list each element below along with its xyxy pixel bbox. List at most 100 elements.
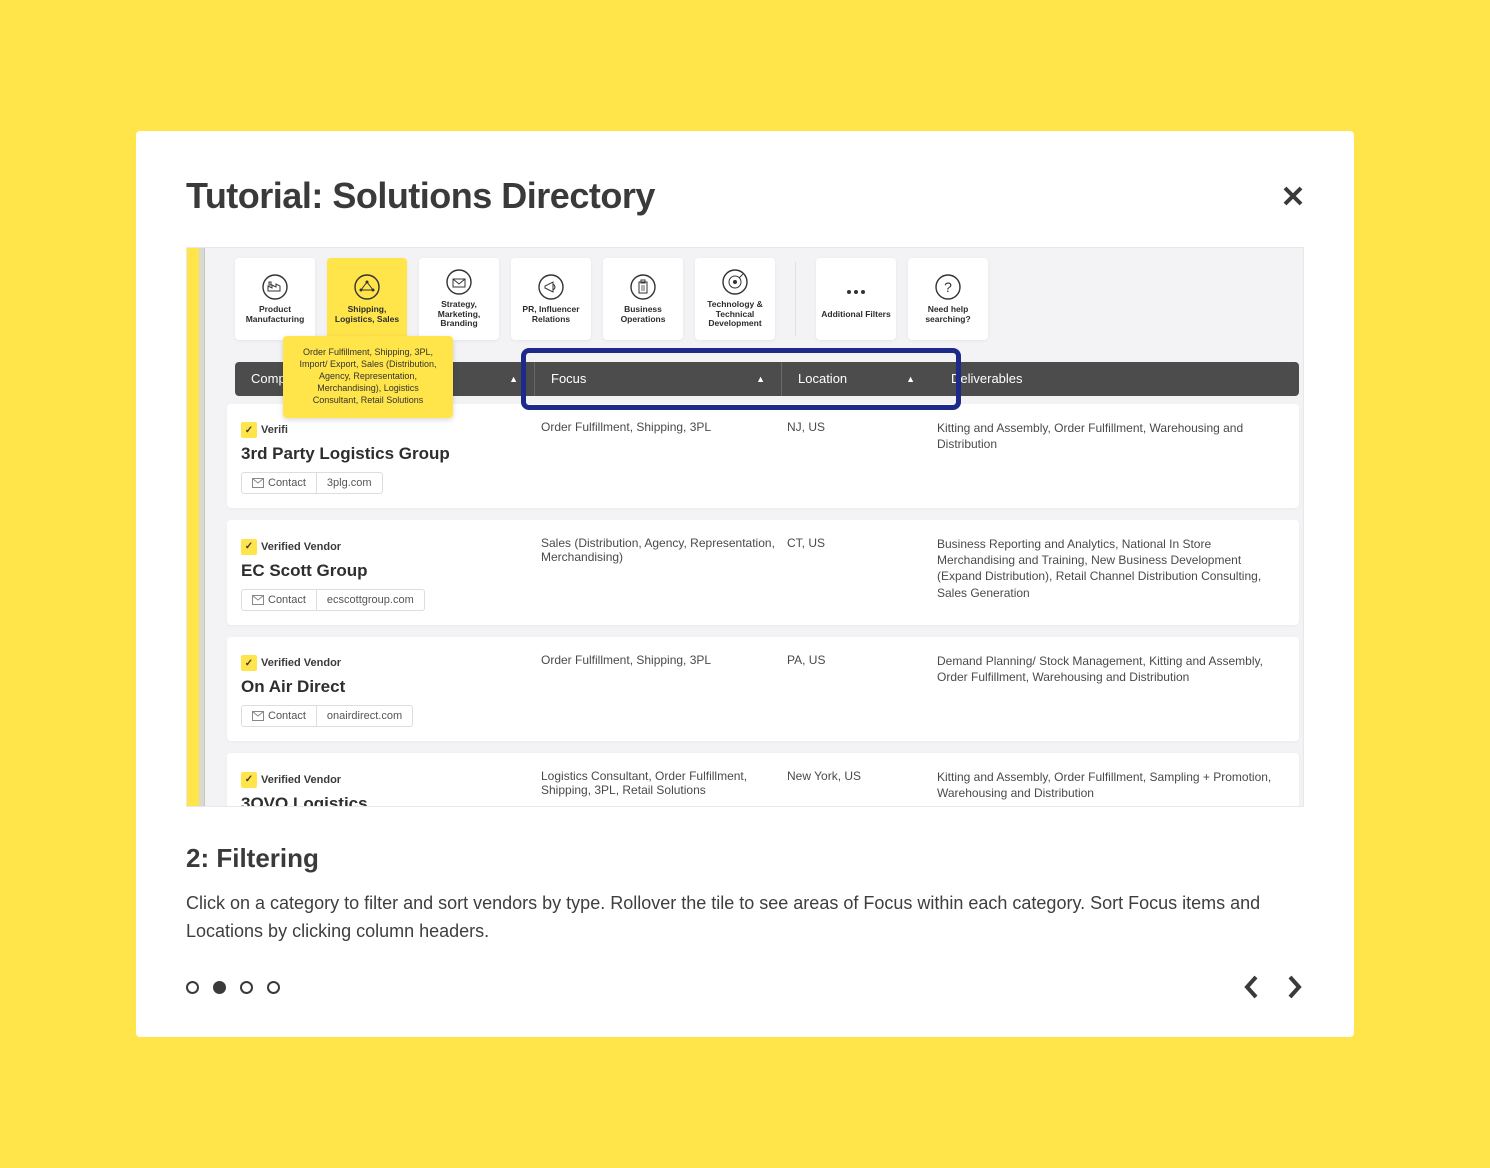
tile-additional-filters[interactable]: Additional Filters	[816, 258, 896, 340]
vendor-info: ✓ Verified Vendor On Air Direct Contact …	[241, 653, 541, 728]
next-button[interactable]	[1286, 973, 1304, 1001]
vendor-name[interactable]: On Air Direct	[241, 677, 541, 697]
contact-button[interactable]: Contact	[241, 472, 317, 494]
vendor-actions: Contact 3plg.com	[241, 472, 541, 494]
verified-badge: ✓ Verified Vendor	[241, 772, 341, 788]
vendor-location: New York, US	[787, 769, 937, 807]
envelope-icon	[445, 268, 473, 296]
website-link[interactable]: onairdirect.com	[317, 705, 413, 727]
tile-technology-development[interactable]: Technology & Technical Development	[695, 258, 775, 340]
envelope-icon	[252, 595, 264, 605]
website-link[interactable]: ecscottgroup.com	[317, 589, 425, 611]
vendor-row: ✓ Verified Vendor 3OVO Logistics Contact…	[227, 753, 1299, 807]
checkmark-icon: ✓	[241, 655, 257, 671]
chevron-right-icon	[1286, 973, 1304, 1001]
step-title: 2: Filtering	[186, 843, 1304, 874]
vendor-name[interactable]: 3OVO Logistics	[241, 794, 541, 807]
checkmark-icon: ✓	[241, 772, 257, 788]
vendor-name[interactable]: EC Scott Group	[241, 561, 541, 581]
vendor-deliverables: Demand Planning/ Stock Management, Kitti…	[937, 653, 1281, 728]
vendor-location: NJ, US	[787, 420, 937, 495]
vendor-deliverables: Business Reporting and Analytics, Nation…	[937, 536, 1281, 611]
envelope-icon	[252, 711, 264, 721]
tutorial-modal: Tutorial: Solutions Directory Product Ma…	[136, 131, 1354, 1038]
th-deliverables[interactable]: Deliverables	[931, 362, 1299, 396]
tile-help-search[interactable]: ? Need help searching?	[908, 258, 988, 340]
close-icon	[1282, 185, 1304, 207]
tile-product-manufacturing[interactable]: Product Manufacturing	[235, 258, 315, 340]
th-focus-label: Focus	[551, 371, 586, 386]
tile-shipping-logistics-sales[interactable]: Shipping, Logistics, Sales	[327, 258, 407, 340]
step-body: Click on a category to filter and sort v…	[186, 890, 1304, 946]
tile-label: Need help searching?	[912, 305, 984, 325]
sort-up-icon: ▲	[509, 374, 518, 384]
nav-arrows	[1242, 973, 1304, 1001]
prev-button[interactable]	[1242, 973, 1260, 1001]
modal-title: Tutorial: Solutions Directory	[186, 175, 655, 217]
th-focus[interactable]: Focus ▲	[535, 362, 781, 396]
megaphone-icon	[537, 273, 565, 301]
vendor-location: PA, US	[787, 653, 937, 728]
verified-badge: ✓ Verified Vendor	[241, 539, 341, 555]
vendor-focus: Sales (Distribution, Agency, Representat…	[541, 536, 787, 611]
vendor-location: CT, US	[787, 536, 937, 611]
contact-label: Contact	[268, 477, 306, 489]
tile-separator	[795, 262, 796, 336]
tile-business-operations[interactable]: Business Operations	[603, 258, 683, 340]
dot-4[interactable]	[267, 981, 280, 994]
th-deliverables-label: Deliverables	[951, 371, 1023, 386]
verified-label: Verified Vendor	[261, 774, 341, 786]
vendor-actions: Contact ecscottgroup.com	[241, 589, 541, 611]
tile-label: Shipping, Logistics, Sales	[331, 305, 403, 325]
dot-3[interactable]	[240, 981, 253, 994]
more-icon	[842, 278, 870, 306]
modal-header: Tutorial: Solutions Directory	[186, 175, 1304, 217]
checkmark-icon: ✓	[241, 539, 257, 555]
vendor-focus: Logistics Consultant, Order Fulfillment,…	[541, 769, 787, 807]
th-location[interactable]: Location ▲	[781, 362, 931, 396]
contact-button[interactable]: Contact	[241, 705, 317, 727]
contact-button[interactable]: Contact	[241, 589, 317, 611]
network-icon	[353, 273, 381, 301]
tile-strategy-marketing-branding[interactable]: Strategy, Marketing, Branding	[419, 258, 499, 340]
tile-label: Additional Filters	[821, 310, 890, 320]
vendor-focus: Order Fulfillment, Shipping, 3PL	[541, 653, 787, 728]
browser-chrome-strip	[187, 248, 199, 806]
verified-label: Verified Vendor	[261, 657, 341, 669]
category-tiles: Product Manufacturing Shipping, Logistic…	[235, 258, 988, 340]
tutorial-footer	[186, 973, 1304, 1001]
target-icon	[721, 268, 749, 296]
tile-label: Business Operations	[607, 305, 679, 325]
close-button[interactable]	[1282, 185, 1304, 207]
vendor-rows: ✓ Verifi 3rd Party Logistics Group Conta…	[227, 404, 1299, 807]
contact-label: Contact	[268, 594, 306, 606]
svg-text:?: ?	[944, 279, 952, 295]
factory-icon	[261, 273, 289, 301]
verified-badge: ✓ Verified Vendor	[241, 655, 341, 671]
vendor-info: ✓ Verified Vendor EC Scott Group Contact…	[241, 536, 541, 611]
vendor-deliverables: Kitting and Assembly, Order Fulfillment,…	[937, 420, 1281, 495]
dot-2[interactable]	[213, 981, 226, 994]
contact-label: Contact	[268, 710, 306, 722]
pagination-dots	[186, 981, 280, 994]
verified-label: Verifi	[261, 424, 288, 436]
category-tooltip: Order Fulfillment, Shipping, 3PL, Import…	[283, 336, 453, 419]
sort-up-icon: ▲	[756, 374, 765, 384]
tile-label: Technology & Technical Development	[699, 300, 771, 329]
checkmark-icon: ✓	[241, 422, 257, 438]
tile-label: Product Manufacturing	[239, 305, 311, 325]
verified-badge: ✓ Verifi	[241, 422, 288, 438]
vendor-info: ✓ Verified Vendor 3OVO Logistics Contact…	[241, 769, 541, 807]
tile-label: PR, Influencer Relations	[515, 305, 587, 325]
vendor-name[interactable]: 3rd Party Logistics Group	[241, 444, 541, 464]
dot-1[interactable]	[186, 981, 199, 994]
tile-pr-influencer-relations[interactable]: PR, Influencer Relations	[511, 258, 591, 340]
question-icon: ?	[934, 273, 962, 301]
envelope-icon	[252, 478, 264, 488]
website-link[interactable]: 3plg.com	[317, 472, 383, 494]
vendor-row: ✓ Verified Vendor EC Scott Group Contact…	[227, 520, 1299, 625]
sort-up-icon: ▲	[906, 374, 915, 384]
verified-label: Verified Vendor	[261, 541, 341, 553]
vendor-focus: Order Fulfillment, Shipping, 3PL	[541, 420, 787, 495]
vendor-info: ✓ Verifi 3rd Party Logistics Group Conta…	[241, 420, 541, 495]
